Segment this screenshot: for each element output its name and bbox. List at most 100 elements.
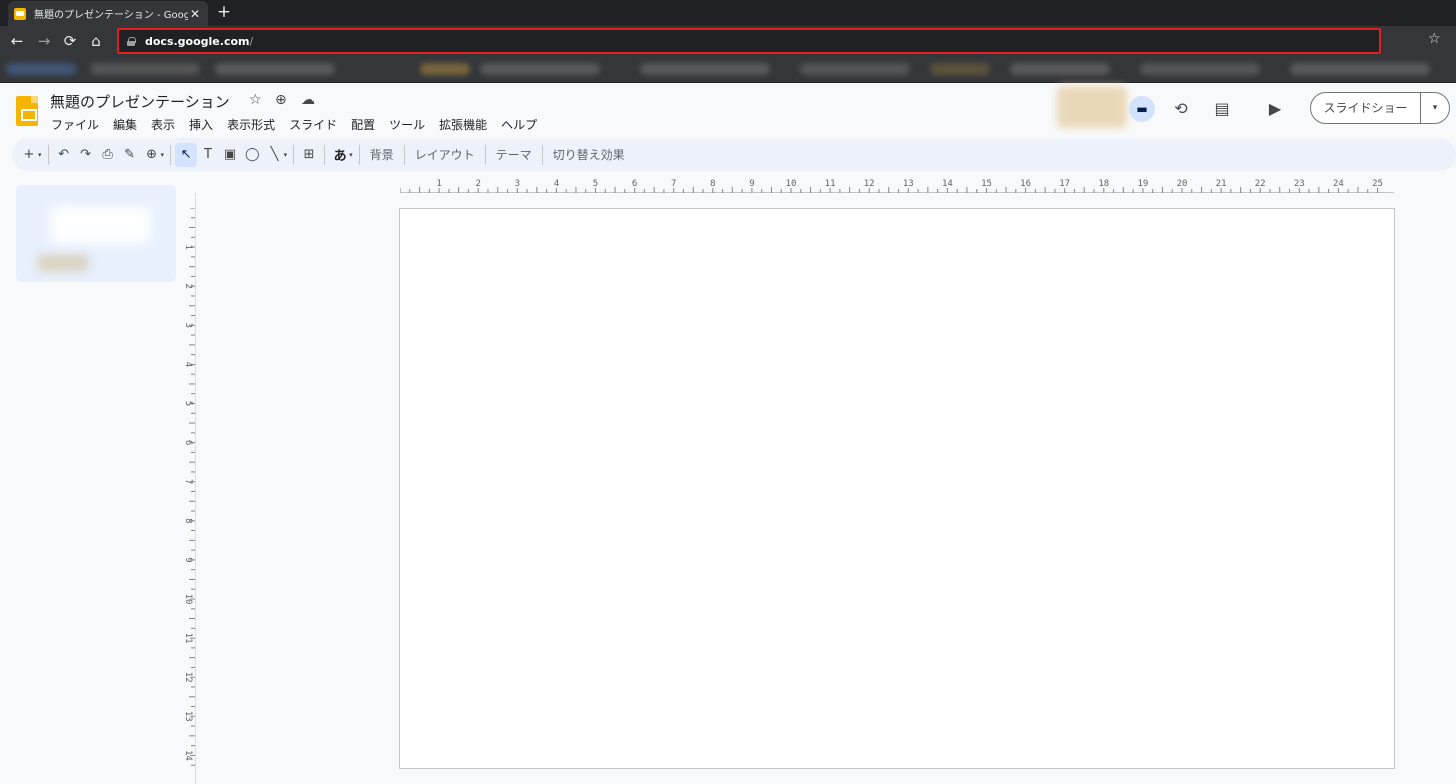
ruler-label: 25 xyxy=(1372,179,1383,189)
back-arrow-icon[interactable]: ← xyxy=(7,31,27,51)
slide-editor[interactable] xyxy=(399,208,1395,769)
bookmark-item[interactable] xyxy=(215,63,335,75)
background-button[interactable]: 背景 xyxy=(364,146,400,163)
slide-thumbnail[interactable] xyxy=(16,185,176,282)
ruler-label: 4 xyxy=(554,179,559,189)
ruler-label: 10 xyxy=(183,594,193,605)
new-slide-button[interactable]: + xyxy=(18,143,40,167)
slides-logo-icon[interactable] xyxy=(16,96,38,126)
chevron-down-icon[interactable]: ▾ xyxy=(349,151,353,159)
meet-video-icon[interactable]: ▶ xyxy=(1255,96,1295,122)
chevron-down-icon[interactable]: ▾ xyxy=(1421,93,1449,123)
ruler-label: 1 xyxy=(436,179,441,189)
slideshow-button[interactable]: スライドショー ▾ xyxy=(1310,92,1450,124)
ruler-label: 9 xyxy=(749,179,754,189)
ruler-label: 12 xyxy=(183,672,193,683)
image-icon[interactable]: ▣ xyxy=(219,143,241,167)
menu-slide[interactable]: スライド xyxy=(282,114,344,135)
menu-help[interactable]: ヘルプ xyxy=(494,114,544,135)
address-bar[interactable]: docs.google.com / xyxy=(117,28,1381,54)
cloud-saved-icon[interactable]: ☁ xyxy=(301,92,315,108)
redo-icon[interactable]: ↷ xyxy=(75,143,97,167)
bookmark-item[interactable] xyxy=(6,63,76,75)
thumbnail-content xyxy=(38,255,88,271)
paint-format-icon[interactable]: ✎ xyxy=(119,143,141,167)
ruler-label: 3 xyxy=(515,179,520,189)
bookmark-item[interactable] xyxy=(420,63,470,75)
ruler-label: 7 xyxy=(671,179,676,189)
reload-icon[interactable]: ⟳ xyxy=(60,31,80,51)
ruler-label: 15 xyxy=(981,179,992,189)
ruler-label: 20 xyxy=(1177,179,1188,189)
bookmark-star-icon[interactable]: ☆ xyxy=(1428,31,1441,47)
print-icon[interactable]: ⎙ xyxy=(97,143,119,167)
close-tab-icon[interactable]: ✕ xyxy=(188,7,202,21)
chevron-down-icon[interactable]: ▾ xyxy=(161,151,165,159)
bookmark-item[interactable] xyxy=(1290,63,1430,75)
toolbar-divider xyxy=(358,144,360,165)
menu-file[interactable]: ファイル xyxy=(44,114,106,135)
thumbnail-content xyxy=(51,207,151,243)
bookmark-item[interactable] xyxy=(1140,63,1260,75)
document-title[interactable]: 無題のプレゼンテーション xyxy=(50,91,230,112)
url-path: / xyxy=(249,34,254,48)
version-history-icon[interactable]: ⟲ xyxy=(1168,96,1194,122)
ruler-label: 8 xyxy=(710,179,715,189)
account-area[interactable] xyxy=(1057,86,1127,128)
home-icon[interactable]: ⌂ xyxy=(86,31,106,51)
bookmark-item[interactable] xyxy=(800,63,910,75)
line-icon[interactable]: ╲ xyxy=(264,143,286,167)
browser-tab[interactable]: 無題のプレゼンテーション - Google スライド ✕ xyxy=(8,1,208,26)
zoom-icon[interactable]: ⊕ xyxy=(141,143,163,167)
bookmark-item[interactable] xyxy=(930,63,990,75)
speaker-notes-icon[interactable]: ▬ xyxy=(1129,96,1155,122)
ruler-label: 3 xyxy=(183,323,193,328)
ruler-label: 14 xyxy=(942,179,953,189)
move-to-folder-icon[interactable]: ⊕ xyxy=(275,92,287,108)
comments-icon[interactable]: ▤ xyxy=(1209,96,1235,122)
ruler-label: 13 xyxy=(183,711,193,722)
meet-camera-icon: ▶ xyxy=(1268,99,1282,118)
ruler-label: 6 xyxy=(183,440,193,445)
menu-extensions[interactable]: 拡張機能 xyxy=(432,114,494,135)
menu-tools[interactable]: ツール xyxy=(382,114,432,135)
toolbar-divider xyxy=(403,144,405,165)
bookmark-item[interactable] xyxy=(480,63,600,75)
star-icon[interactable]: ☆ xyxy=(249,92,262,108)
ruler-label: 5 xyxy=(593,179,598,189)
theme-button[interactable]: テーマ xyxy=(490,146,538,163)
ruler-label: 9 xyxy=(183,557,193,562)
add-comment-icon[interactable]: ⊞ xyxy=(298,143,320,167)
horizontal-ruler[interactable]: 1 2 3 4 5 6 7 8 9 10 11 12 13 14 15 16 17 18 19 20 21 22 23 24 2… xyxy=(400,176,1394,193)
undo-icon[interactable]: ↶ xyxy=(53,143,75,167)
layout-button[interactable]: レイアウト xyxy=(409,146,481,163)
forward-arrow-icon[interactable]: → xyxy=(34,31,54,51)
ruler-label: 13 xyxy=(903,179,914,189)
new-tab-button[interactable]: + xyxy=(214,3,234,23)
menu-format[interactable]: 表示形式 xyxy=(220,114,282,135)
chevron-down-icon[interactable]: ▾ xyxy=(38,151,42,159)
menu-edit[interactable]: 編集 xyxy=(106,114,144,135)
chevron-down-icon[interactable]: ▾ xyxy=(284,151,288,159)
ruler-label: 16 xyxy=(1020,179,1031,189)
menu-view[interactable]: 表示 xyxy=(144,114,182,135)
select-cursor-icon[interactable]: ↖ xyxy=(175,142,198,167)
lock-icon[interactable] xyxy=(127,36,136,46)
shape-icon[interactable]: ◯ xyxy=(241,143,264,167)
toolbar-divider xyxy=(541,144,543,165)
ruler-label: 11 xyxy=(825,179,836,189)
menu-insert[interactable]: 挿入 xyxy=(182,114,220,135)
bookmark-item[interactable] xyxy=(90,63,200,75)
toolbar-divider xyxy=(324,144,326,165)
toolbar-divider xyxy=(293,144,295,165)
bookmark-item[interactable] xyxy=(640,63,770,75)
transition-button[interactable]: 切り替え効果 xyxy=(547,146,631,163)
text-box-icon[interactable]: T xyxy=(197,143,219,167)
slideshow-label[interactable]: スライドショー xyxy=(1311,93,1421,123)
bookmark-item[interactable] xyxy=(1010,63,1110,75)
vertical-ruler[interactable]: 1234567891011121314 xyxy=(178,208,195,769)
toolbar-divider xyxy=(484,144,486,165)
menu-arrange[interactable]: 配置 xyxy=(344,114,382,135)
ruler-label: 24 xyxy=(1333,179,1344,189)
input-tools-icon[interactable]: あ xyxy=(329,143,351,167)
